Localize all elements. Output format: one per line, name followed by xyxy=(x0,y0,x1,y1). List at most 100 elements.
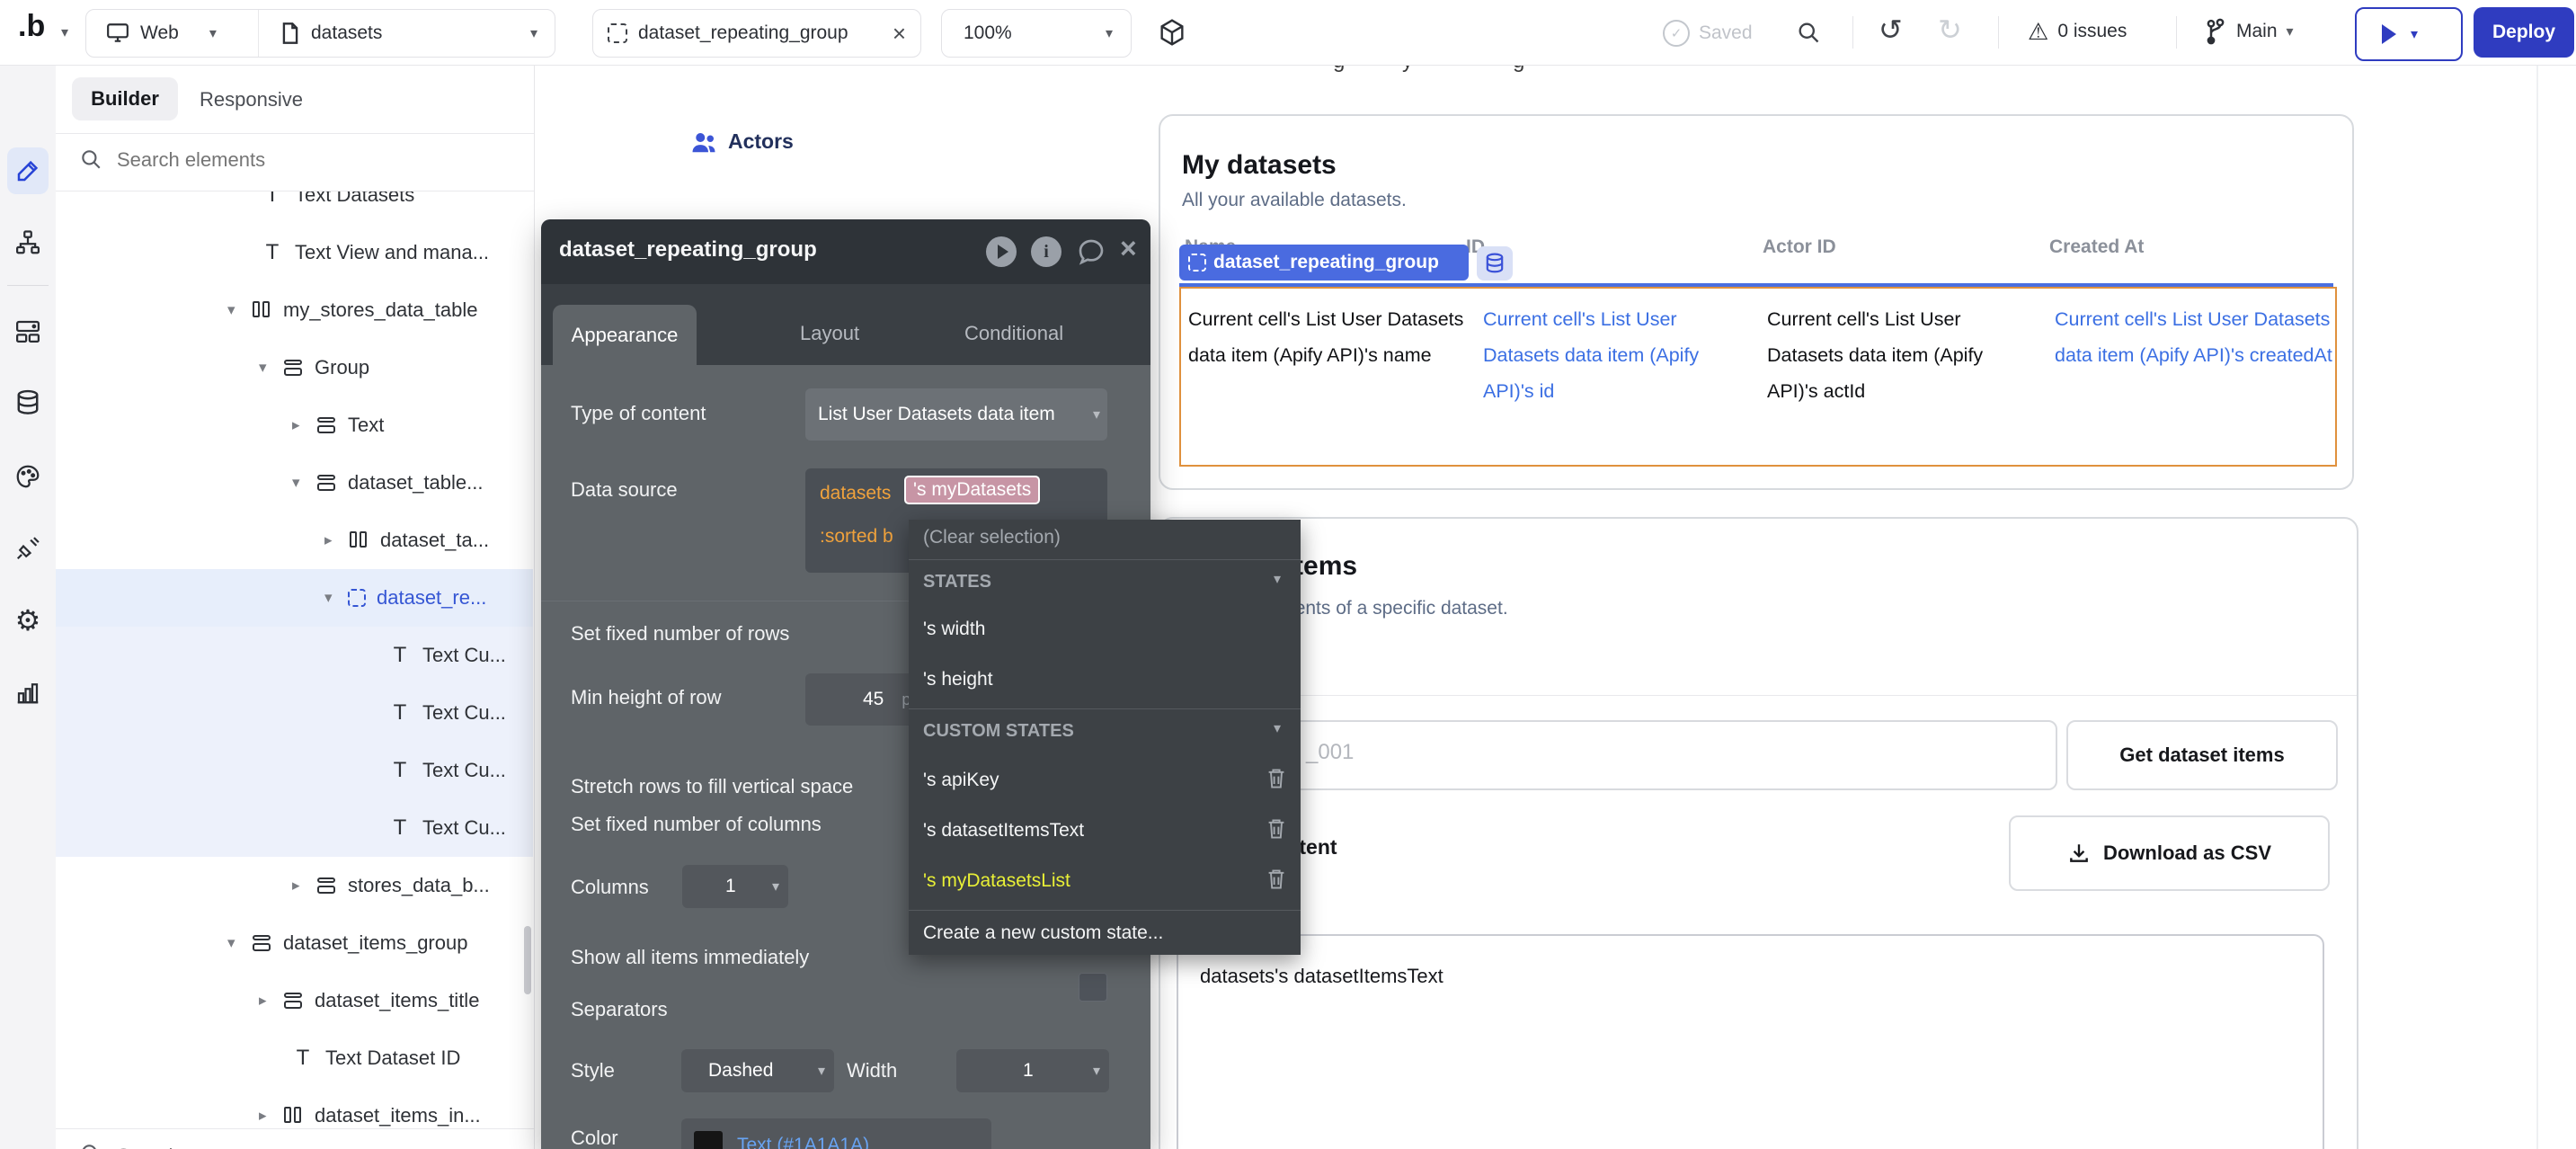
tree-item-dataset-ta[interactable]: ▸dataset_ta... xyxy=(56,512,533,569)
columns-select[interactable]: 1 ▾ xyxy=(682,865,788,908)
search-elements-input[interactable] xyxy=(115,144,460,176)
trash-icon[interactable] xyxy=(1266,818,1286,840)
toolbar-divider xyxy=(1852,16,1853,49)
tree-item-stores-data-b[interactable]: ▸stores_data_b... xyxy=(56,857,533,914)
menu-item-datasetitemstext[interactable]: 's datasetItemsText xyxy=(923,820,1084,842)
dataset-id-input[interactable]: _001 xyxy=(1177,720,2057,790)
repeating-group-outline[interactable]: Current cell's List User Datasets data i… xyxy=(1179,287,2337,467)
data-source-chip[interactable] xyxy=(1477,246,1513,281)
collapse-arrow-icon[interactable]: ▾ xyxy=(259,359,282,377)
deploy-button[interactable]: Deploy xyxy=(2474,7,2574,58)
tree-item-dataset-repeating-group-selected[interactable]: ▾dataset_re... xyxy=(56,569,533,627)
trash-icon[interactable] xyxy=(1266,768,1286,789)
comment-icon[interactable] xyxy=(1077,238,1106,265)
settings-gear-icon[interactable]: ⚙ xyxy=(13,606,42,635)
tree-item-text-view[interactable]: TText View and mana... xyxy=(56,224,533,281)
close-icon[interactable]: × xyxy=(893,20,906,48)
info-icon[interactable]: i xyxy=(1031,236,1061,267)
mode-label: Web xyxy=(140,22,179,44)
tab-builder[interactable]: Builder xyxy=(72,77,178,120)
tab-layout[interactable]: Layout xyxy=(800,322,859,345)
tree-item-dataset-table[interactable]: ▾dataset_table... xyxy=(56,454,533,512)
chevron-down-icon[interactable]: ▾ xyxy=(61,23,68,41)
pages-sitemap-icon[interactable] xyxy=(13,228,42,257)
branch-selector[interactable]: Main ▾ xyxy=(2204,18,2294,45)
show-all-label: Show all items immediately xyxy=(571,946,809,969)
undo-icon[interactable]: ↺ xyxy=(1879,13,1903,47)
search-assets-input[interactable] xyxy=(115,1140,460,1149)
tree-item-dataset-items-in[interactable]: ▸dataset_items_in... xyxy=(56,1087,533,1128)
issues-indicator[interactable]: ⚠ 0 issues xyxy=(2028,18,2127,45)
width-select[interactable]: 1 ▾ xyxy=(956,1049,1109,1092)
download-csv-button[interactable]: Download as CSV xyxy=(2009,815,2330,891)
tree-item-text[interactable]: ▸Text xyxy=(56,396,533,454)
component-library-cube-icon[interactable] xyxy=(1158,18,1186,47)
expand-arrow-icon[interactable]: ▸ xyxy=(292,416,315,434)
tab-conditional[interactable]: Conditional xyxy=(964,322,1063,345)
tree-item-text-datasets[interactable]: TText Datasets xyxy=(56,192,533,224)
color-picker[interactable]: Text (#1A1A1A) xyxy=(681,1118,991,1149)
logs-chart-icon[interactable] xyxy=(13,678,42,707)
collapse-arrow-icon[interactable]: ▾ xyxy=(227,301,251,319)
tree-item-text-cu[interactable]: TText Cu... xyxy=(56,799,533,857)
expand-arrow-icon[interactable]: ▸ xyxy=(324,531,348,549)
property-panel-tabs: Appearance Layout Conditional xyxy=(541,284,1150,365)
styles-palette-icon[interactable] xyxy=(13,462,42,491)
check-circle-icon: ✓ xyxy=(1663,20,1690,47)
menu-item-mydatasetslist[interactable]: 's myDatasetsList xyxy=(923,870,1070,892)
menu-item-apikey[interactable]: 's apiKey xyxy=(923,770,999,791)
zoom-selector[interactable]: 100% ▾ xyxy=(941,9,1132,58)
collapse-arrow-icon[interactable]: ▾ xyxy=(324,589,348,607)
menu-item-clear-selection[interactable]: (Clear selection) xyxy=(923,527,1061,548)
components-icon[interactable] xyxy=(13,316,42,345)
tab-appearance[interactable]: Appearance xyxy=(553,305,697,365)
mode-page-switcher: Web ▾ datasets ▾ xyxy=(85,9,555,58)
tree-item-group[interactable]: ▾Group xyxy=(56,339,533,396)
tree-scrollbar-thumb[interactable] xyxy=(524,926,531,994)
tree-item-text-cu[interactable]: TText Cu... xyxy=(56,627,533,684)
branch-label: Main xyxy=(2236,21,2278,42)
tree-item-my-stores-data-table[interactable]: ▾my_stores_data_table xyxy=(56,281,533,339)
close-icon[interactable]: × xyxy=(1120,232,1137,265)
plugins-plug-icon[interactable] xyxy=(13,534,42,563)
tree-item-text-cu[interactable]: TText Cu... xyxy=(56,684,533,742)
trash-icon[interactable] xyxy=(1266,868,1286,890)
menu-section-states[interactable]: STATES xyxy=(923,572,991,592)
dataset-content-box[interactable]: datasets's datasetItemsText xyxy=(1177,934,2324,1149)
menu-section-custom-states[interactable]: CUSTOM STATES xyxy=(923,721,1074,742)
menu-item-width[interactable]: 's width xyxy=(923,619,985,640)
selected-element-chip[interactable]: dataset_repeating_group xyxy=(1179,245,1469,281)
style-select[interactable]: Dashed ▾ xyxy=(681,1049,834,1092)
search-icon[interactable] xyxy=(1796,20,1821,45)
tree-item-text-dataset-id[interactable]: TText Dataset ID xyxy=(56,1029,533,1087)
tab-responsive[interactable]: Responsive xyxy=(200,88,303,111)
tree-item-text-cu[interactable]: TText Cu... xyxy=(56,742,533,799)
collapse-arrow-icon[interactable]: ▾ xyxy=(292,474,315,492)
selected-expression-token[interactable]: 's myDatasets xyxy=(904,476,1040,504)
menu-item-create-custom-state[interactable]: Create a new custom state... xyxy=(923,922,1163,944)
tree-item-dataset-items-group[interactable]: ▾dataset_items_group xyxy=(56,914,533,972)
database-icon[interactable] xyxy=(13,388,42,417)
design-pencil-icon[interactable] xyxy=(13,156,42,185)
get-dataset-items-button[interactable]: Get dataset items xyxy=(2066,720,2338,790)
nav-item-actors[interactable]: Actors xyxy=(690,129,794,154)
page-selector[interactable]: datasets ▾ xyxy=(258,10,555,57)
tree-item-dataset-items-title[interactable]: ▸dataset_items_title xyxy=(56,972,533,1029)
open-element-tab[interactable]: dataset_repeating_group × xyxy=(592,9,921,58)
expand-arrow-icon[interactable]: ▸ xyxy=(259,1107,282,1125)
dataset-content-text: datasets's datasetItemsText xyxy=(1200,965,1443,988)
property-panel-titlebar[interactable]: dataset_repeating_group i × xyxy=(541,219,1150,284)
redo-icon[interactable]: ↻ xyxy=(1938,13,1962,47)
bubble-logo[interactable]: b xyxy=(18,9,45,44)
select-value: List User Datasets data item xyxy=(818,404,1055,425)
preview-play-icon[interactable] xyxy=(986,236,1017,267)
preview-button[interactable]: ▾ xyxy=(2355,7,2463,61)
expand-arrow-icon[interactable]: ▸ xyxy=(292,877,315,895)
type-of-content-select[interactable]: List User Datasets data item ▾ xyxy=(805,388,1107,441)
mode-selector[interactable]: Web ▾ xyxy=(86,10,258,57)
expand-arrow-icon[interactable]: ▸ xyxy=(259,992,282,1010)
menu-item-height[interactable]: 's height xyxy=(923,669,993,690)
collapse-arrow-icon[interactable]: ▾ xyxy=(227,934,251,952)
type-of-content-label: Type of content xyxy=(571,402,706,425)
show-all-checkbox[interactable] xyxy=(1079,973,1107,1002)
